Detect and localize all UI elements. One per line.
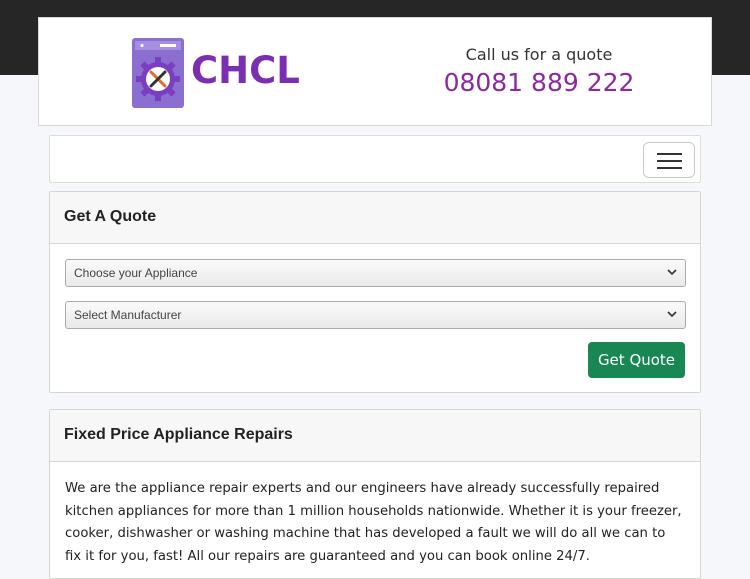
manufacturer-select[interactable]: Select Manufacturer <box>65 301 686 329</box>
repairs-card: Fixed Price Appliance Repairs We are the… <box>49 409 701 579</box>
chevron-down-icon <box>667 269 677 276</box>
quote-card: Get A Quote Choose your Appliance Select… <box>49 191 701 393</box>
call-label: Call us for a quote <box>465 45 613 64</box>
navbar <box>49 135 701 183</box>
hamburger-menu-icon <box>657 153 682 155</box>
get-quote-button[interactable]: Get Quote <box>588 342 685 378</box>
site-header: CHCL Call us for a quote 08081 889 222 <box>38 17 712 126</box>
appliance-select[interactable]: Choose your Appliance <box>65 259 686 287</box>
quote-card-title: Get A Quote <box>50 192 700 244</box>
repairs-card-title: Fixed Price Appliance Repairs <box>50 410 700 462</box>
appliance-select-value: Choose your Appliance <box>74 266 198 280</box>
chevron-down-icon <box>667 311 677 318</box>
brand-name[interactable]: CHCL <box>191 49 300 92</box>
menu-toggle-button[interactable] <box>643 142 695 178</box>
phone-number[interactable]: 08081 889 222 <box>419 68 659 97</box>
manufacturer-select-value: Select Manufacturer <box>74 308 182 322</box>
repairs-description: We are the appliance repair experts and … <box>65 481 682 564</box>
